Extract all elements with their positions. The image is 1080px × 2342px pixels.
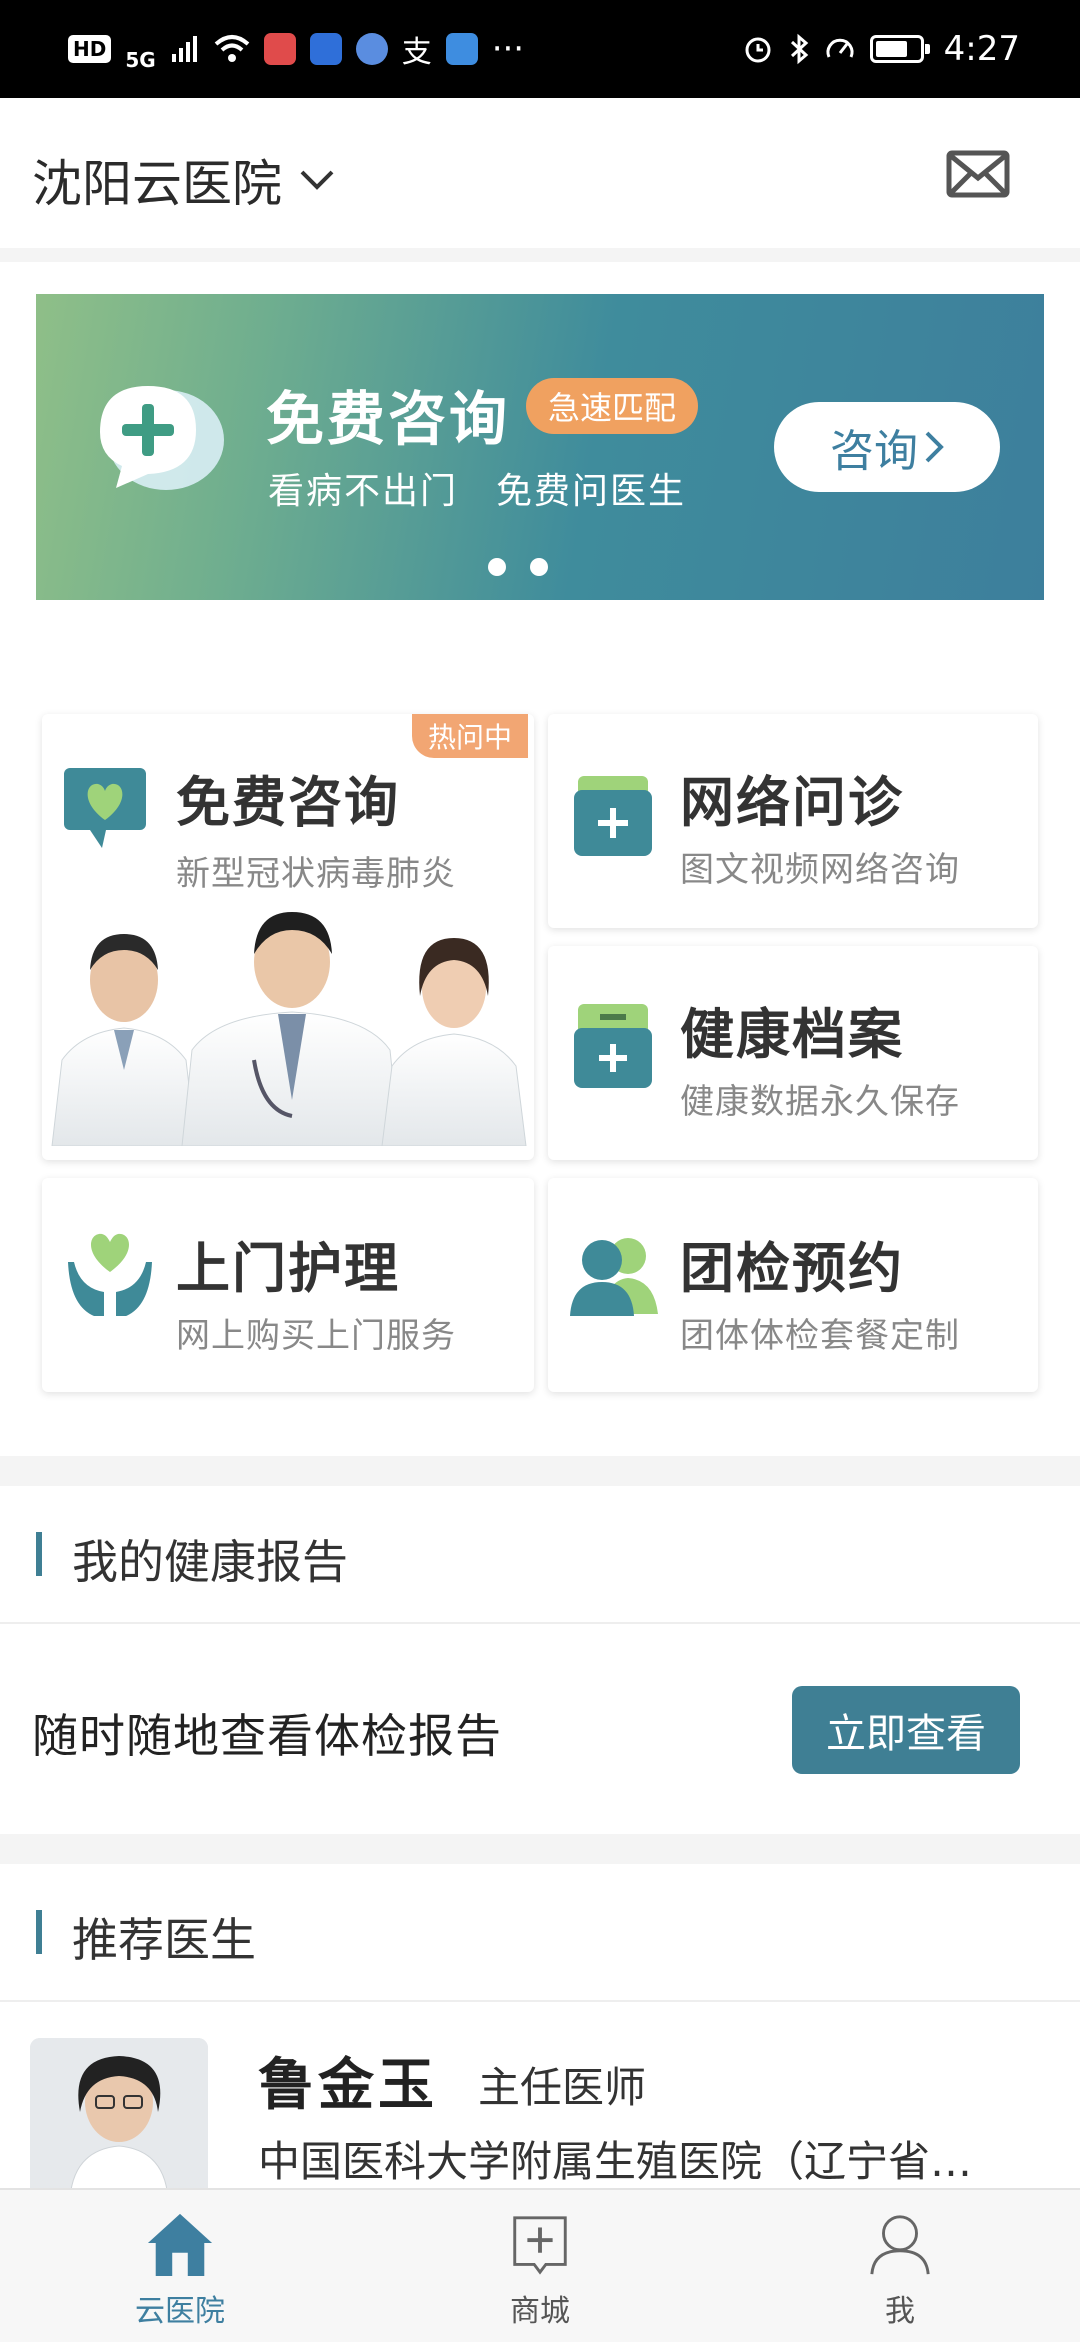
app-notification-icon [355,33,388,65]
service-subtitle: 团体体检套餐定制 [680,1316,960,1356]
health-folder-icon [574,1004,652,1088]
service-card-free-consult[interactable]: 热问中 免费咨询 新型冠状病毒肺炎 [42,714,534,1160]
hands-heart-icon [68,1233,152,1316]
recommended-doctors-header: 推荐医生 [0,1864,1080,2002]
health-report-row: 随时随地查看体检报告 立即查看 [0,1626,1080,1834]
service-subtitle: 新型冠状病毒肺炎 [176,854,456,894]
group-people-icon [570,1238,658,1316]
bluetooth-icon [790,33,808,65]
chevron-down-icon [300,170,334,190]
service-subtitle: 网上购买上门服务 [176,1316,456,1356]
doctor-title: 主任医师 [478,2063,647,2112]
nav-item-cloud-hospital[interactable]: 云医院 [90,2210,270,2330]
view-report-button[interactable]: 立即查看 [792,1686,1020,1774]
nav-label: 我 [885,2294,915,2329]
more-notifications-icon: ··· [491,29,525,69]
home-icon [147,2213,213,2277]
service-card-group-checkup[interactable]: 团检预约 团体体检套餐定制 [548,1178,1038,1392]
medical-card-icon [574,776,652,856]
banner-subtitle: 看病不出门 免费问医生 [268,471,687,512]
hd-indicator: HD [68,35,112,63]
alarm-icon [745,37,771,63]
shop-icon [513,2216,567,2275]
hot-tag: 热问中 [411,714,528,758]
carousel-dot[interactable] [530,558,548,576]
data-speed-icon [826,38,854,58]
signal-icon [171,36,197,62]
doctor-name: 鲁金玉 [258,2053,438,2118]
consult-button-label: 咨询 [830,426,918,477]
doctors-photo [51,912,527,1146]
app-notification-icon [263,33,296,65]
nav-item-shop[interactable]: 商城 [450,2210,630,2330]
city-selector[interactable]: 沈阳云医院 [32,144,336,216]
service-title: 上门护理 [176,1237,400,1300]
city-name: 沈阳云医院 [32,155,282,213]
service-title: 免费咨询 [176,771,400,834]
service-subtitle: 健康数据永久保存 [680,1082,960,1122]
status-bar: HD 5G 支 ··· 4:27 [0,0,1080,98]
battery-icon [869,35,930,63]
doctor-avatar [30,2038,208,2198]
network-indicator: 5G [125,48,156,72]
doctor-list-item[interactable]: 鲁金玉 主任医师 中国医科大学附属生殖医院（辽宁省… [0,2002,1080,2198]
health-report-header: 我的健康报告 [0,1486,1080,1624]
service-title: 网络问诊 [680,771,904,834]
banner-title: 免费咨询 [266,385,511,453]
service-title: 健康档案 [680,1003,904,1066]
nav-label: 云医院 [135,2294,225,2329]
section-accent-bar [36,1532,42,1576]
carousel-indicator [488,558,548,576]
clock: 4:27 [943,29,1020,69]
service-subtitle: 图文视频网络咨询 [680,850,960,890]
service-card-home-nursing[interactable]: 上门护理 网上购买上门服务 [42,1178,534,1392]
banner-badge: 急速匹配 [526,378,699,434]
section-divider [0,1456,1080,1486]
nav-item-me[interactable]: 我 [810,2210,990,2330]
section-title: 推荐医生 [72,1913,256,1967]
weather-icon [445,33,478,65]
health-report-text: 随时随地查看体检报告 [32,1709,502,1763]
promo-banner[interactable]: 免费咨询 急速匹配 看病不出门 免费问医生 咨询 [36,294,1044,600]
carousel-dot[interactable] [488,558,506,576]
section-divider [0,1834,1080,1864]
alipay-icon: 支 [401,35,432,70]
user-icon [870,2215,930,2275]
mail-icon[interactable] [946,150,1010,198]
section-accent-bar [36,1910,42,1954]
service-card-health-record[interactable]: 健康档案 健康数据永久保存 [548,946,1038,1160]
heart-chat-icon [64,768,146,848]
service-title: 团检预约 [680,1237,904,1300]
nav-label: 商城 [510,2294,570,2329]
doctor-hospital: 中国医科大学附属生殖医院（辽宁省… [258,2137,973,2186]
wifi-icon [214,35,250,62]
consult-button[interactable]: 咨询 [774,402,1000,492]
section-title: 我的健康报告 [72,1535,348,1589]
bottom-nav: 云医院 商城 我 [0,2188,1080,2342]
plus-chat-icon [100,386,224,490]
chevron-right-icon [925,431,944,463]
app-header: 沈阳云医院 [0,98,1080,262]
app-notification-icon [309,33,342,65]
service-card-online-consult[interactable]: 网络问诊 图文视频网络咨询 [548,714,1038,928]
